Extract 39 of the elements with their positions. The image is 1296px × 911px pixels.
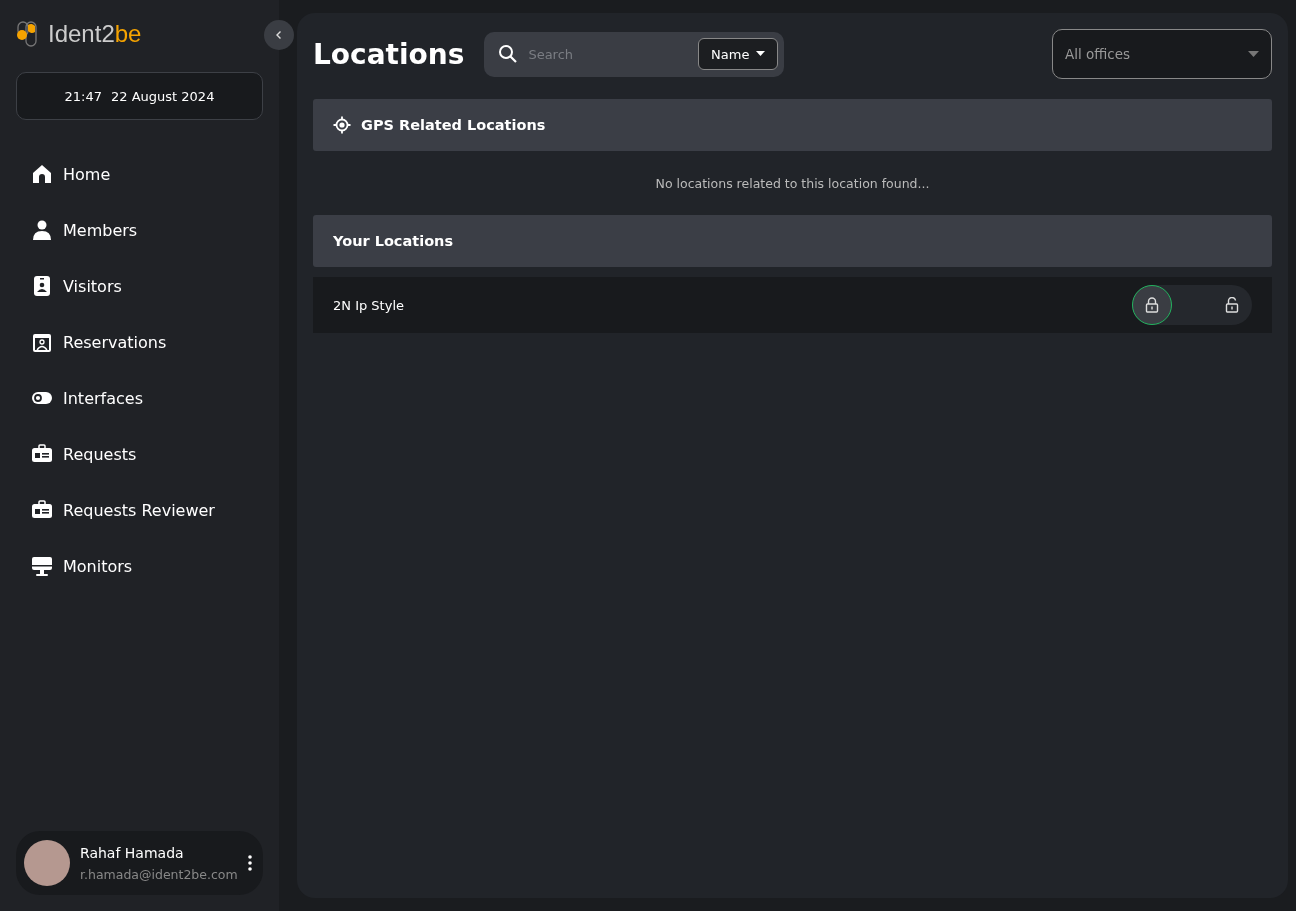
id-card-icon [31,499,53,521]
lock-button[interactable] [1132,285,1172,325]
sidebar-item[interactable]: Interfaces [16,370,263,426]
office-dropdown[interactable]: All offices [1052,29,1272,79]
collapse-button[interactable] [264,20,294,50]
user-email: r.hamada@ident2be.com [80,866,238,882]
person-icon [31,219,53,241]
section-title: Your Locations [333,233,454,249]
location-name: 2N Ip Style [333,297,404,313]
sidebar-item[interactable]: Monitors [16,538,263,594]
sidebar-item[interactable]: Home [16,146,263,202]
target-icon [333,116,351,134]
calendar-icon [31,331,53,353]
filter-dropdown[interactable]: Name [698,38,779,70]
empty-message: No locations related to this location found... [654,174,931,193]
caret-icon [1248,51,1259,57]
caret-icon [756,51,766,57]
location-row[interactable]: 2N Ip Style [313,277,1272,333]
section-title: GPS Related Locations [361,117,546,133]
clock-date: 22 August 2024 [111,88,215,104]
lock-icon [1145,297,1159,313]
clock-time: 21:47 [64,88,103,104]
home-icon [31,163,53,185]
id-badge-icon [31,275,53,297]
search-field[interactable]: Search [526,45,691,63]
chevron-left-icon [274,30,284,40]
monitor-icon [31,555,53,577]
sidebar-item[interactable]: Requests Reviewer [16,482,263,538]
page-title: Locations [313,37,465,71]
avatar [24,840,70,886]
user-name: Rahaf Hamada [80,844,185,861]
search-icon [498,44,519,64]
sidebar-item[interactable]: Reservations [16,314,263,370]
sidebar-item[interactable]: Visitors [16,258,263,314]
id-card-icon [31,443,53,465]
sidebar-item[interactable]: Requests [16,426,263,482]
logo-text: Ident2be [48,20,142,48]
sidebar-item[interactable]: Members [16,202,263,258]
unlocked-lock-icon [1225,297,1239,313]
